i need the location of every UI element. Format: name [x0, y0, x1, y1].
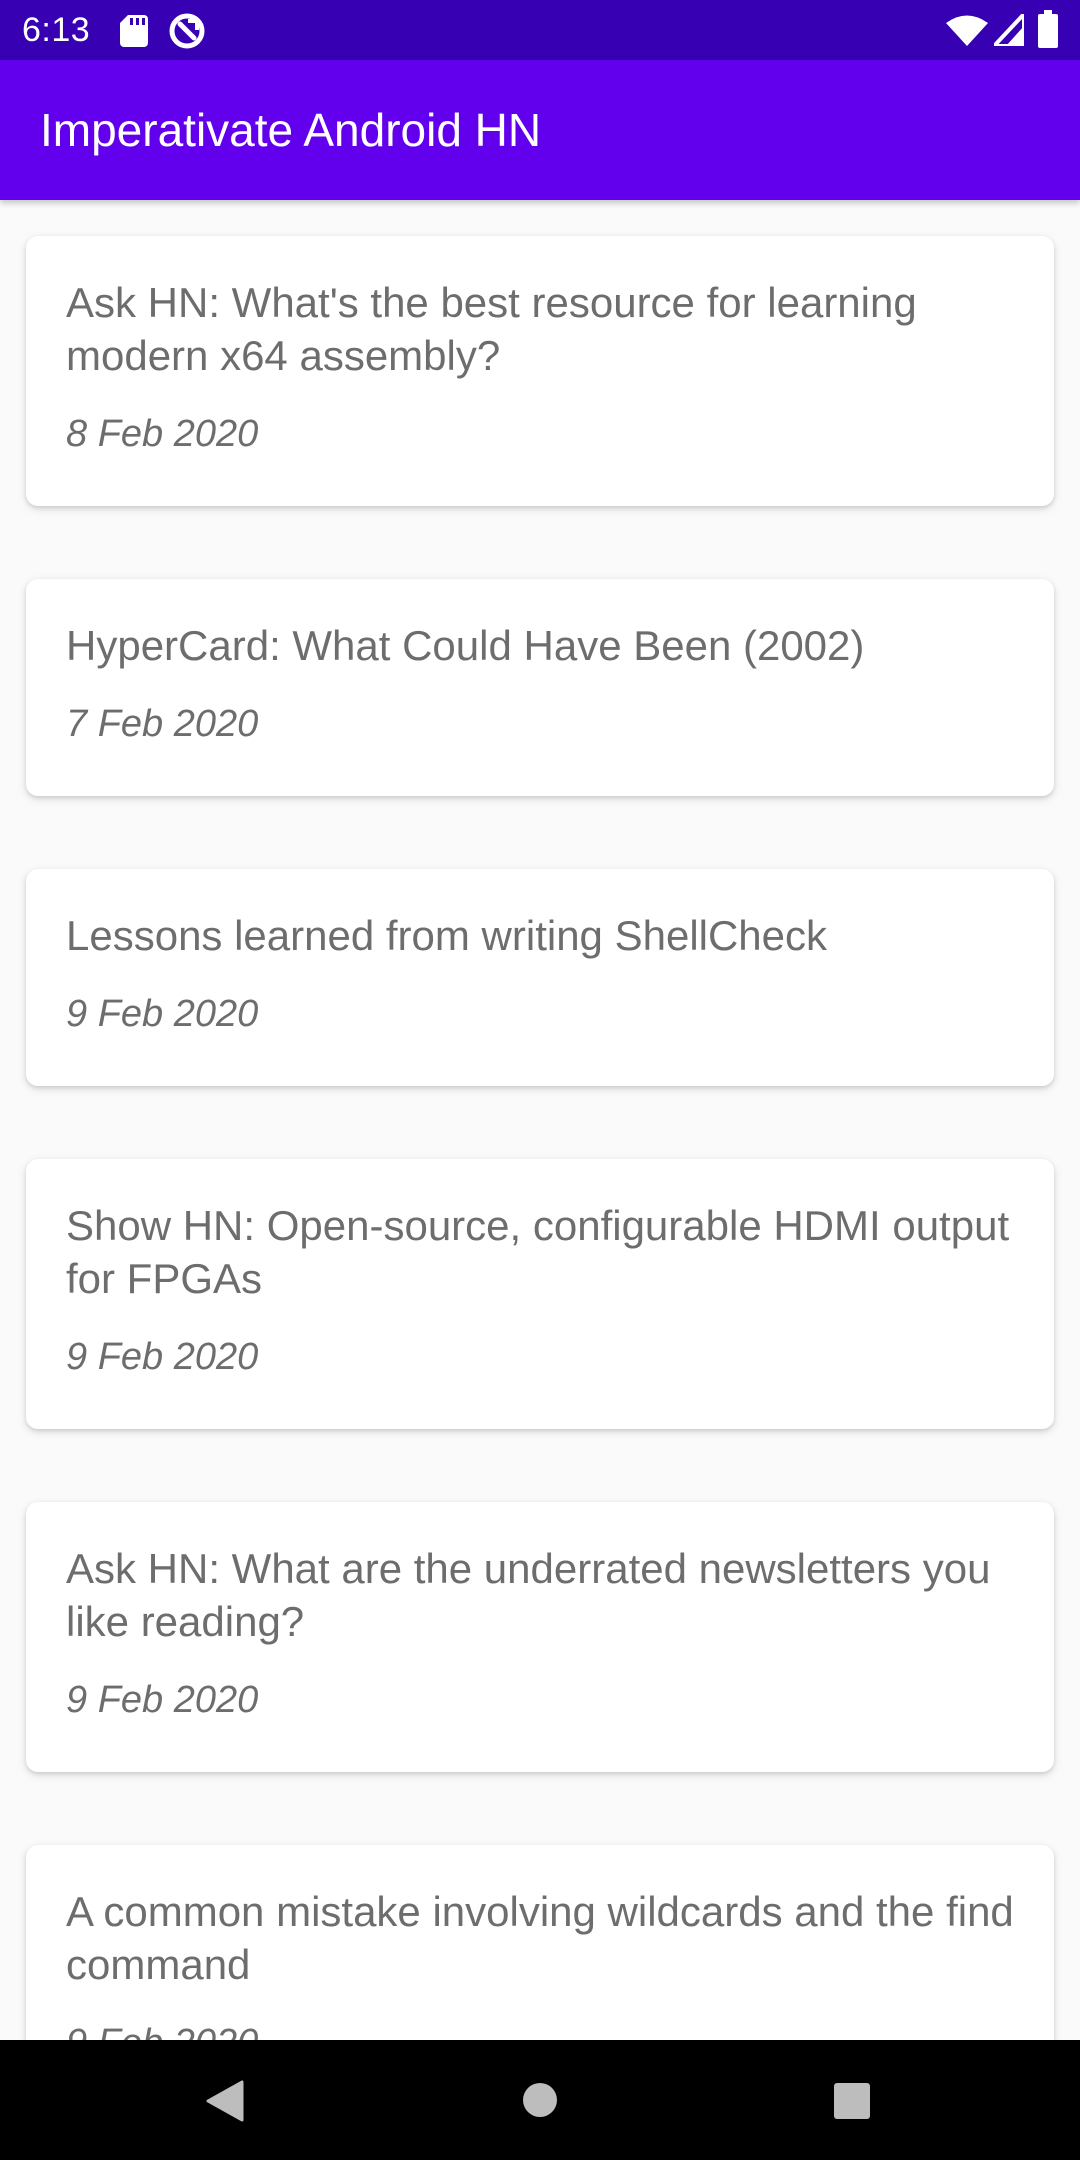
status-time: 6:13 — [22, 11, 91, 49]
story-card[interactable]: A common mistake involving wildcards and… — [26, 1845, 1054, 2040]
story-date: 9 Feb 2020 — [66, 2019, 1014, 2040]
story-date: 9 Feb 2020 — [66, 993, 259, 1035]
story-list[interactable]: Ask HN: What's the best resource for lea… — [0, 200, 1080, 2040]
story-title: Ask HN: What are the underrated newslett… — [66, 1545, 991, 1645]
sync-icon — [169, 13, 205, 49]
navigation-bar — [0, 2040, 1080, 2160]
story-card[interactable]: Ask HN: What's the best resource for lea… — [26, 236, 1054, 506]
story-title: Lessons learned from writing ShellCheck — [66, 912, 828, 959]
story-title: A common mistake involving wildcards and… — [66, 1888, 1014, 1988]
battery-icon — [1038, 10, 1058, 48]
story-date: 8 Feb 2020 — [66, 413, 259, 455]
recents-icon[interactable] — [834, 2083, 870, 2119]
story-card[interactable]: Ask HN: What are the underrated newslett… — [26, 1502, 1054, 1772]
back-icon[interactable] — [204, 2080, 244, 2122]
story-title: Ask HN: What's the best resource for lea… — [66, 279, 917, 379]
sd-card-icon — [120, 15, 148, 47]
wifi-icon — [946, 15, 988, 46]
app-title: Imperativate Android HN — [40, 104, 542, 156]
story-card[interactable]: Show HN: Open-source, configurable HDMI … — [26, 1159, 1054, 1429]
story-title: Show HN: Open-source, configurable HDMI … — [66, 1202, 1010, 1302]
status-bar: 6:13 — [0, 0, 1080, 60]
story-date: 9 Feb 2020 — [66, 1679, 259, 1721]
story-date: 9 Feb 2020 — [66, 1336, 259, 1378]
app-bar: Imperativate Android HN — [0, 60, 1080, 200]
story-date: 7 Feb 2020 — [66, 703, 259, 745]
story-card[interactable]: Lessons learned from writing ShellCheck … — [26, 869, 1054, 1086]
story-card[interactable]: HyperCard: What Could Have Been (2002) 7… — [26, 579, 1054, 796]
signal-icon — [994, 14, 1024, 46]
story-title: HyperCard: What Could Have Been (2002) — [66, 622, 865, 669]
home-icon[interactable] — [522, 2082, 558, 2118]
